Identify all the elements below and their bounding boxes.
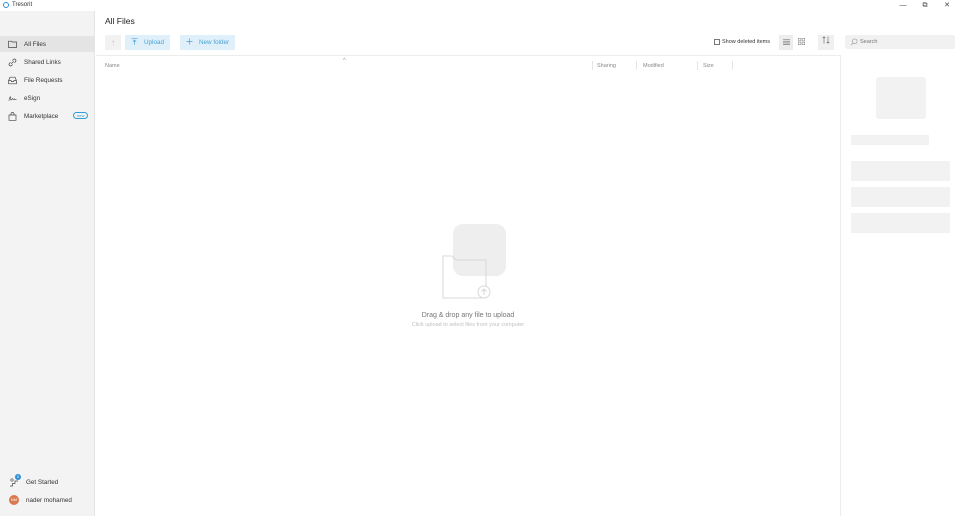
empty-state-title: Drag & drop any file to upload [421, 312, 515, 319]
app-title: Tresorit [12, 2, 33, 8]
avatar: NM [9, 495, 19, 505]
tresorit-logo-icon [3, 2, 9, 8]
sidebar-item-file-requests[interactable]: File Requests [0, 72, 95, 88]
sort-icon [822, 36, 830, 46]
empty-drop-zone[interactable]: Drag & drop any file to upload Click upl… [96, 216, 840, 336]
minimize-button[interactable]: — [892, 0, 914, 11]
link-icon [8, 58, 17, 67]
get-started-button[interactable]: 0 Get Started [0, 474, 95, 490]
sidebar-item-shared-links[interactable]: Shared Links [0, 54, 95, 70]
notification-badge: 0 [15, 474, 21, 480]
grid-view-icon [797, 38, 805, 47]
show-deleted-label: Show deleted items [722, 39, 770, 45]
sidebar-item-all-files[interactable]: All Files [0, 36, 95, 52]
sidebar-item-label: Shared Links [24, 58, 61, 66]
show-deleted-checkbox[interactable]: Show deleted items [714, 39, 770, 45]
column-modified[interactable]: Modified [643, 63, 664, 69]
user-name: nader mohamed [26, 497, 72, 504]
folder-icon [8, 40, 17, 49]
info-placeholder [851, 213, 950, 233]
list-view-button[interactable] [779, 35, 793, 50]
search-icon [850, 38, 858, 46]
search-field[interactable] [845, 35, 955, 49]
upload-label: Upload [144, 39, 164, 46]
sidebar-item-esign[interactable]: eSign [0, 90, 95, 106]
column-size[interactable]: Size [703, 63, 714, 69]
sort-ascending-icon: ^ [343, 58, 346, 64]
info-placeholder [851, 161, 950, 181]
column-divider[interactable] [592, 61, 593, 70]
list-view-icon [782, 38, 790, 47]
empty-folder-upload-icon [438, 220, 508, 300]
sidebar-item-label: All Files [24, 40, 47, 48]
details-panel [840, 55, 960, 516]
new-badge: new [73, 112, 89, 119]
grid-view-button[interactable] [794, 35, 808, 50]
signature-icon [8, 94, 17, 103]
search-input[interactable] [860, 39, 950, 45]
info-placeholder [851, 187, 950, 207]
title-placeholder [851, 135, 929, 145]
page-title: All Files [105, 16, 135, 26]
sidebar: All Files Shared Links File Requests eSi… [0, 11, 95, 516]
plus-icon [186, 38, 193, 47]
empty-state-subtitle: Click upload to select files from your c… [411, 322, 525, 328]
table-header: ^ Name Sharing Modified Size [96, 55, 840, 70]
column-divider[interactable] [732, 61, 733, 70]
sidebar-item-label: Marketplace [24, 112, 59, 120]
title-bar: Tresorit — ⧉ ✕ [0, 0, 960, 11]
sidebar-item-marketplace[interactable]: Marketplace new [0, 108, 95, 124]
close-button[interactable]: ✕ [936, 0, 958, 11]
column-divider[interactable] [636, 61, 637, 70]
user-account-button[interactable]: NM nader mohamed [0, 492, 95, 508]
new-folder-label: New folder [199, 39, 230, 46]
new-folder-button[interactable]: New folder [180, 35, 236, 50]
column-name[interactable]: Name [105, 63, 120, 69]
main-content: All Files ↑ Upload New folder Show delet… [96, 11, 840, 516]
sidebar-item-label: eSign [24, 94, 41, 102]
sidebar-item-label: File Requests [24, 76, 63, 84]
column-sharing[interactable]: Sharing [597, 63, 616, 69]
sort-button[interactable] [818, 35, 834, 50]
get-started-label: Get Started [26, 479, 59, 486]
inbox-icon [8, 76, 17, 85]
upload-icon [131, 38, 138, 47]
column-divider[interactable] [697, 61, 698, 70]
go-up-button[interactable]: ↑ [105, 35, 121, 50]
checkbox-box[interactable] [714, 39, 720, 45]
upload-button[interactable]: Upload [125, 35, 170, 50]
restore-button[interactable]: ⧉ [914, 0, 936, 11]
folder-preview-placeholder [876, 77, 926, 119]
shopping-bag-icon [8, 111, 17, 121]
